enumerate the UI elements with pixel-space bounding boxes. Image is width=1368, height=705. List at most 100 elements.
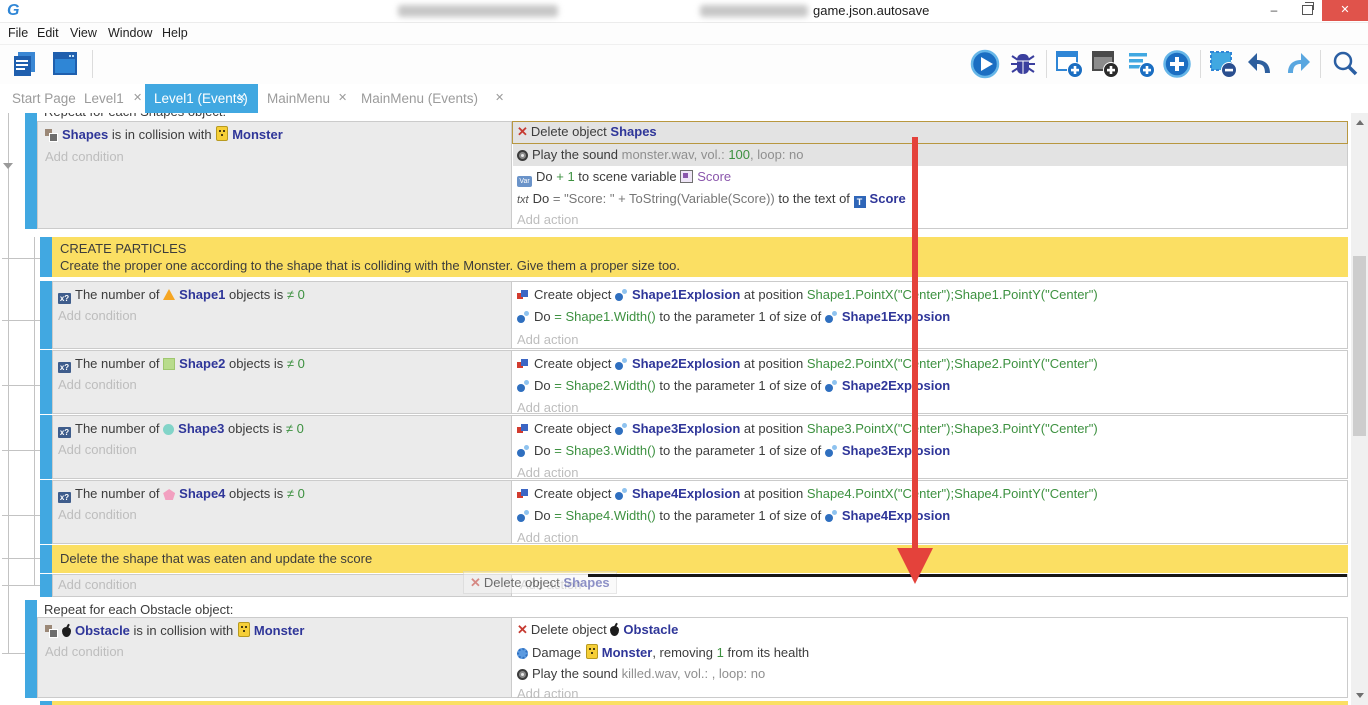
- add-event-icon[interactable]: [1054, 49, 1084, 79]
- maximize-button[interactable]: [1292, 0, 1322, 21]
- add-condition-link[interactable]: Add condition: [45, 149, 124, 165]
- object-count-icon: x?: [58, 362, 71, 373]
- tree-line: [34, 237, 35, 585]
- tab-mainmenu-events[interactable]: MainMenu (Events): [361, 84, 478, 113]
- action-create-shape2explosion[interactable]: Create object Shape2Explosion at positio…: [517, 356, 1098, 372]
- menu-file[interactable]: File: [8, 23, 28, 44]
- event-repeat-obstacle-header[interactable]: Repeat for each Obstacle object:: [44, 602, 233, 617]
- condition-shape4-count[interactable]: x?The number of Shape4 objects is ≠ 0: [58, 486, 305, 503]
- action-set-shape1explosion-size[interactable]: Do = Shape1.Width() to the parameter 1 o…: [517, 309, 950, 325]
- remove-event-icon[interactable]: [1208, 49, 1238, 79]
- tab-mainmenu[interactable]: MainMenu: [267, 84, 330, 113]
- object-count-icon: x?: [58, 293, 71, 304]
- event-selection-bar[interactable]: [40, 480, 52, 544]
- scroll-up-icon[interactable]: [1356, 120, 1364, 125]
- minimize-button[interactable]: –: [1258, 0, 1290, 21]
- variable-icon: Var: [517, 176, 532, 187]
- menu-window[interactable]: Window: [108, 23, 152, 44]
- add-condition-link[interactable]: Add condition: [58, 507, 137, 523]
- add-comment-icon[interactable]: [1126, 49, 1156, 79]
- redo-icon[interactable]: [1282, 49, 1312, 79]
- menu-view[interactable]: View: [70, 23, 97, 44]
- action-set-score-text[interactable]: txtDo = "Score: " + ToString(Variable(Sc…: [517, 191, 906, 208]
- event-selection-bar[interactable]: [40, 545, 52, 573]
- add-action-link[interactable]: Add action: [517, 212, 578, 228]
- particles-icon: [517, 380, 530, 392]
- scrollbar-thumb[interactable]: [1353, 256, 1366, 436]
- add-action-link[interactable]: Add action: [517, 465, 578, 481]
- event-selection-bar[interactable]: [40, 350, 52, 414]
- create-object-icon: [517, 488, 530, 500]
- action-set-shape3explosion-size[interactable]: Do = Shape3.Width() to the parameter 1 o…: [517, 443, 950, 459]
- monster-icon: [238, 622, 250, 637]
- event-selection-bar[interactable]: [40, 281, 52, 349]
- particles-icon: [615, 488, 628, 500]
- particles-icon: [825, 510, 838, 522]
- tab-level1-events-close-icon[interactable]: ✕: [237, 84, 246, 113]
- action-delete-obstacle[interactable]: ✕Delete object Obstacle: [517, 622, 678, 638]
- add-condition-link[interactable]: Add condition: [58, 577, 137, 593]
- condition-shapes-collision[interactable]: Shapes is in collision with Monster: [45, 126, 283, 143]
- add-condition-link[interactable]: Add condition: [58, 308, 137, 324]
- toolbar: [0, 45, 1368, 84]
- add-sub-event-icon[interactable]: [1090, 49, 1120, 79]
- event-selection-bar[interactable]: [25, 113, 37, 229]
- action-set-shape2explosion-size[interactable]: Do = Shape2.Width() to the parameter 1 o…: [517, 378, 950, 394]
- tab-level1-events[interactable]: Level1 (Events) ✕: [145, 84, 258, 113]
- tab-start-page[interactable]: Start Page: [12, 84, 76, 113]
- redacted-title-segment: [398, 5, 558, 17]
- add-action-link[interactable]: Add action: [517, 686, 578, 702]
- search-icon[interactable]: [1330, 49, 1360, 79]
- tab-level1[interactable]: Level1: [84, 84, 124, 113]
- undo-icon[interactable]: [1246, 49, 1276, 79]
- delete-icon: ✕: [517, 622, 528, 637]
- event-selection-bar[interactable]: [25, 600, 37, 698]
- shape2-square-icon: [163, 358, 175, 370]
- close-button[interactable]: ✕: [1322, 0, 1368, 21]
- tab-mainmenu-close-icon[interactable]: ✕: [338, 84, 347, 113]
- scroll-down-icon[interactable]: [1356, 693, 1364, 698]
- menu-bar: File Edit View Window Help: [0, 23, 1368, 45]
- action-set-shape4explosion-size[interactable]: Do = Shape4.Width() to the parameter 1 o…: [517, 508, 950, 524]
- play-icon[interactable]: [970, 49, 1000, 79]
- collapse-event-icon[interactable]: [3, 163, 13, 169]
- event-selection-bar[interactable]: [40, 237, 52, 277]
- action-play-sound-killed[interactable]: Play the sound killed.wav, vol.: , loop:…: [517, 666, 765, 682]
- tree-tick: [2, 558, 40, 559]
- particles-icon: [825, 445, 838, 457]
- event-selection-bar[interactable]: [40, 574, 52, 597]
- toolbar-separator: [92, 50, 93, 78]
- comment-create-particles[interactable]: CREATE PARTICLES Create the proper one a…: [52, 237, 1348, 277]
- gdevelop-logo-icon: G: [7, 1, 19, 21]
- action-create-shape4explosion[interactable]: Create object Shape4Explosion at positio…: [517, 486, 1098, 502]
- annotation-arrow-line: [912, 137, 918, 550]
- condition-obstacle-collision[interactable]: Obstacle is in collision with Monster: [45, 622, 304, 639]
- add-condition-link[interactable]: Add condition: [45, 644, 124, 660]
- add-other-event-icon[interactable]: [1162, 49, 1192, 79]
- particles-icon: [615, 423, 628, 435]
- add-action-link[interactable]: Add action: [517, 332, 578, 348]
- condition-shape1-count[interactable]: x?The number of Shape1 objects is ≠ 0: [58, 287, 305, 304]
- action-increment-score-variable[interactable]: VarDo + 1 to scene variable Score: [517, 169, 731, 187]
- add-action-link[interactable]: Add action: [517, 400, 578, 416]
- tab-mainmenu-events-close-icon[interactable]: ✕: [495, 84, 504, 113]
- action-delete-shapes[interactable]: ✕Delete object Shapes: [517, 124, 657, 140]
- comment-delete-shape[interactable]: Delete the shape that was eaten and upda…: [52, 545, 1348, 573]
- tab-level1-close-icon[interactable]: ✕: [133, 84, 142, 113]
- action-create-shape1explosion[interactable]: Create object Shape1Explosion at positio…: [517, 287, 1098, 303]
- add-condition-link[interactable]: Add condition: [58, 442, 137, 458]
- action-play-sound-monster[interactable]: Play the sound monster.wav, vol.: 100, l…: [517, 147, 804, 163]
- condition-shape3-count[interactable]: x?The number of Shape3 objects is ≠ 0: [58, 421, 304, 438]
- condition-shape2-count[interactable]: x?The number of Shape2 objects is ≠ 0: [58, 356, 305, 373]
- event-selection-bar[interactable]: [40, 415, 52, 479]
- project-manager-icon[interactable]: [10, 49, 40, 79]
- action-damage-monster[interactable]: Damage Monster, removing 1 from its heal…: [517, 644, 809, 661]
- add-action-link[interactable]: Add action: [517, 530, 578, 546]
- add-condition-link[interactable]: Add condition: [58, 377, 137, 393]
- menu-edit[interactable]: Edit: [37, 23, 59, 44]
- scene-editor-icon[interactable]: [50, 49, 80, 79]
- menu-help[interactable]: Help: [162, 23, 188, 44]
- action-create-shape3explosion[interactable]: Create object Shape3Explosion at positio…: [517, 421, 1098, 437]
- event-selection-bar: [40, 701, 52, 705]
- debug-icon[interactable]: [1008, 49, 1038, 79]
